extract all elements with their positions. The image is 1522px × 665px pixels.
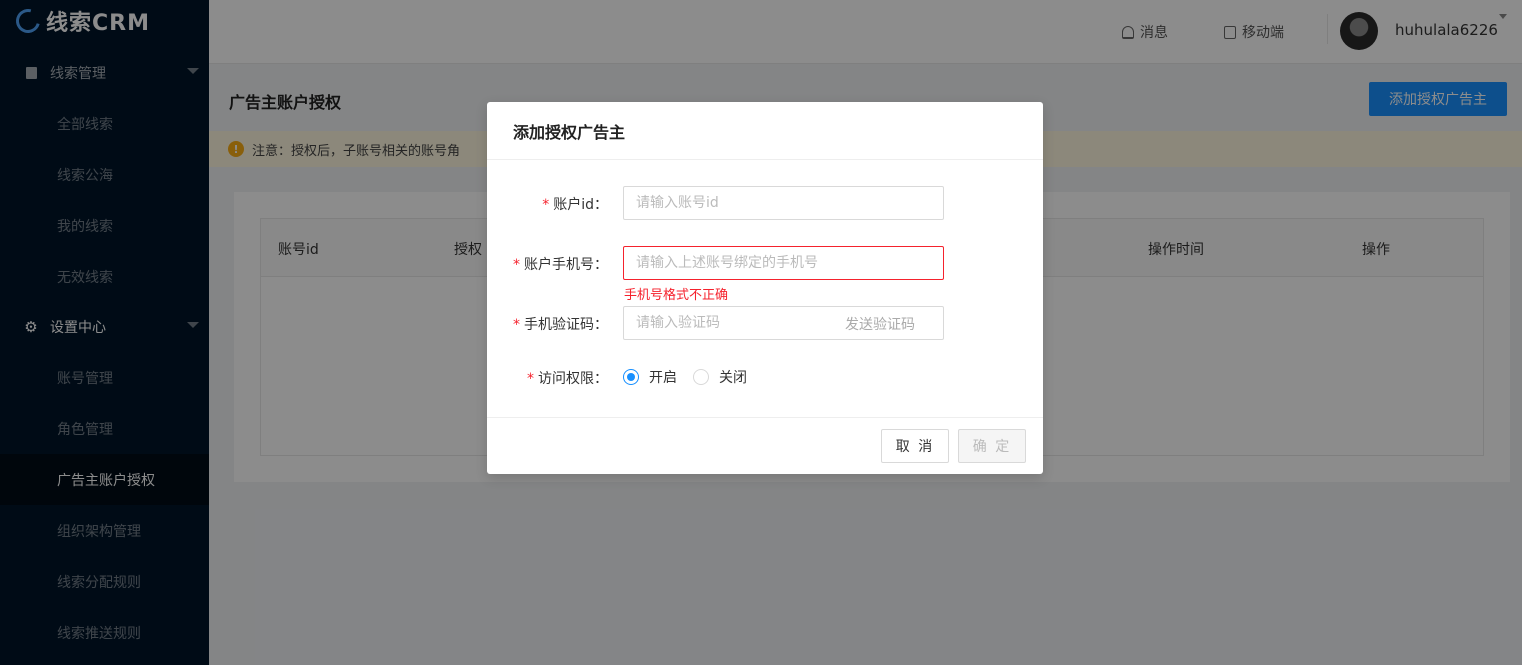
access-radio-off[interactable]: 关闭 [693, 367, 747, 387]
radio-checked-icon[interactable] [623, 369, 639, 385]
account-id-input[interactable] [623, 186, 944, 220]
access-label: * 访问权限： [527, 371, 608, 387]
account-id-label: * 账户id： [542, 197, 608, 213]
send-code-button[interactable]: 发送验证码 [845, 314, 915, 334]
access-radio-on[interactable]: 开启 [623, 367, 677, 387]
form-row-account-id: * 账户id： [487, 186, 1043, 220]
confirm-button[interactable]: 确 定 [958, 429, 1026, 463]
modal-title: 添加授权广告主 [487, 102, 1043, 160]
form-row-code: *手机验证码： 发送验证码 [487, 306, 1043, 340]
form-row-phone: * 账户手机号： [487, 246, 1043, 280]
code-label: * 手机验证码： [513, 317, 608, 333]
phone-error-message: 手机号格式不正确 [624, 288, 729, 303]
add-advertiser-modal: 添加授权广告主 *账户id： *账户手机号： 手机号格式不正确 *手机验证码： … [487, 102, 1043, 474]
cancel-button[interactable]: 取 消 [881, 429, 949, 463]
radio-unchecked-icon[interactable] [693, 369, 709, 385]
form-row-access: * 访问权限： 开启 关闭 [487, 360, 1043, 394]
modal-footer: 取 消 确 定 [487, 417, 1043, 474]
phone-label: * 账户手机号： [513, 257, 608, 273]
phone-input[interactable] [623, 246, 944, 280]
access-radio-group: 开启 关闭 [623, 367, 763, 387]
